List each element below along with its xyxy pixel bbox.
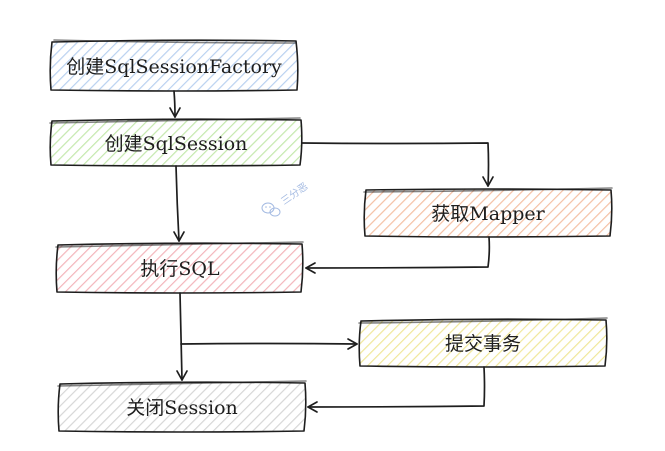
node-create-factory-label: 创建SqlSessionFactory [66, 56, 282, 78]
wechat-icon [261, 202, 281, 217]
node-create-factory: 创建SqlSessionFactory [49, 39, 299, 92]
edge-session-to-mapper [301, 142, 494, 187]
edge-execute-to-close [176, 292, 188, 381]
node-get-mapper-label: 获取Mapper [431, 203, 545, 225]
flowchart: 创建SqlSessionFactory 创建SqlSession 获取Mappe… [49, 39, 613, 433]
node-execute-sql: 执行SQL [55, 241, 304, 294]
edge-execute-to-close-line [179, 292, 183, 381]
edge-mapper-to-execute-line [305, 236, 491, 269]
node-commit-tx: 提交事务 [358, 317, 608, 368]
watermark-text: 三分恶 [279, 180, 310, 207]
edge-mapper-to-execute [305, 236, 491, 274]
node-close-session: 关闭Session [57, 380, 307, 433]
edge-commit-to-close-line [307, 366, 486, 408]
edge-execute-to-commit [180, 338, 358, 350]
watermark: 三分恶 [261, 180, 310, 217]
edge-factory-to-session-line [173, 90, 176, 118]
edge-session-to-execute-line [175, 165, 180, 242]
edge-execute-to-commit-line [180, 342, 358, 345]
edge-session-to-execute [173, 165, 185, 242]
node-create-session: 创建SqlSession [49, 117, 303, 167]
node-close-session-label: 关闭Session [126, 397, 238, 419]
edge-session-to-mapper-line [301, 142, 490, 187]
node-commit-tx-label: 提交事务 [445, 333, 521, 355]
node-execute-sql-label: 执行SQL [140, 258, 220, 280]
diagram-canvas: 创建SqlSessionFactory 创建SqlSession 获取Mappe… [0, 0, 665, 451]
edge-commit-to-close [307, 366, 486, 413]
node-create-session-label: 创建SqlSession [105, 133, 248, 155]
node-get-mapper: 获取Mapper [363, 187, 613, 238]
edge-factory-to-session [169, 90, 181, 118]
